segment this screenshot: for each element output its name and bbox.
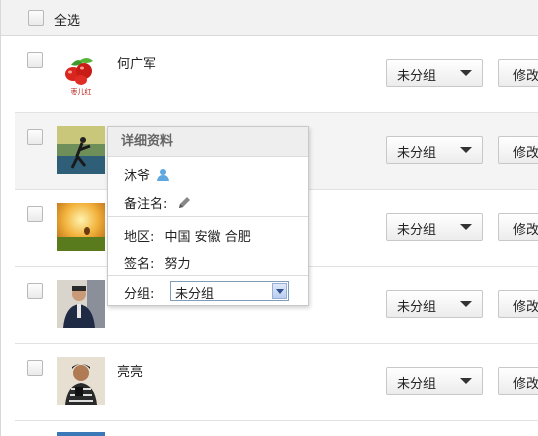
friend-checkbox[interactable]: [27, 206, 43, 222]
edit-button[interactable]: 修改: [498, 367, 538, 395]
chevron-down-icon: [460, 301, 472, 307]
avatar[interactable]: [57, 203, 105, 251]
edit-button-label: 修改: [513, 223, 538, 238]
region-row: 地区: 中国 安徽 合肥: [124, 226, 251, 245]
edit-button-label: 修改: [513, 146, 538, 161]
friend-checkbox[interactable]: [27, 283, 43, 299]
divider: [108, 216, 308, 217]
chevron-down-icon: [460, 70, 472, 76]
signature-row: 签名: 努力: [124, 253, 191, 272]
group-dropdown[interactable]: 未分组: [386, 213, 483, 241]
remark-label: 备注名:: [124, 197, 168, 212]
avatar[interactable]: [57, 432, 105, 436]
friend-checkbox[interactable]: [27, 360, 43, 376]
group-dropdown-value: 未分组: [397, 223, 437, 238]
avatar[interactable]: 枣儿红: [57, 49, 105, 97]
edit-button[interactable]: 修改: [498, 213, 538, 241]
group-dropdown[interactable]: 未分组: [386, 367, 483, 395]
profile-popup: 详细资料 沐爷 备注名: 地区: 中国 安徽 合肥 签名: 努力 分组: 未分组: [107, 126, 309, 306]
remark-row: 备注名:: [124, 193, 192, 212]
pencil-icon[interactable]: [176, 195, 192, 211]
friend-name: 何广军: [117, 57, 157, 72]
nickname: 沐爷: [124, 165, 170, 184]
group-dropdown-value: 未分组: [397, 300, 437, 315]
avatar[interactable]: [57, 280, 105, 328]
edit-button[interactable]: 修改: [498, 59, 538, 87]
chevron-down-icon: [460, 147, 472, 153]
region-label: 地区:: [124, 230, 155, 245]
group-dropdown[interactable]: 未分组: [386, 59, 483, 87]
friend-checkbox[interactable]: [27, 52, 43, 68]
group-label: 分组:: [124, 287, 155, 302]
edit-button-label: 修改: [513, 69, 538, 84]
group-dropdown[interactable]: 未分组: [386, 290, 483, 318]
popup-title: 详细资料: [108, 127, 308, 157]
friend-name: 亮亮: [117, 365, 144, 380]
edit-button[interactable]: 修改: [498, 290, 538, 318]
nickname-text: 沐爷: [124, 169, 151, 184]
select-all-label: 全选: [54, 14, 81, 29]
left-border: [0, 0, 1, 436]
chevron-down-icon[interactable]: [272, 283, 287, 299]
edit-button[interactable]: 修改: [498, 136, 538, 164]
friend-row: 枣儿红 何广军 未分组 修改: [15, 36, 538, 113]
group-dropdown-value: 未分组: [397, 146, 437, 161]
friend-row: 亮亮 未分组 修改: [15, 344, 538, 421]
region-value: 中国 安徽 合肥: [164, 230, 251, 245]
avatar[interactable]: [57, 126, 105, 174]
signature-label: 签名:: [124, 257, 155, 272]
edit-button-label: 修改: [513, 377, 538, 392]
select-all-checkbox[interactable]: [28, 10, 44, 26]
popup-group-value: 未分组: [175, 287, 215, 302]
group-dropdown-value: 未分组: [397, 377, 437, 392]
svg-text:枣儿红: 枣儿红: [71, 87, 92, 96]
chevron-down-icon: [460, 224, 472, 230]
edit-button-label: 修改: [513, 300, 538, 315]
group-dropdown[interactable]: 未分组: [386, 136, 483, 164]
divider: [108, 275, 308, 276]
avatar[interactable]: [57, 357, 105, 405]
friend-checkbox[interactable]: [27, 129, 43, 145]
popup-group-select[interactable]: 未分组: [170, 281, 289, 302]
person-icon: [157, 169, 170, 181]
list-header: 全选: [1, 0, 538, 36]
group-dropdown-value: 未分组: [397, 69, 437, 84]
chevron-down-icon: [460, 378, 472, 384]
signature-value: 努力: [164, 257, 191, 272]
